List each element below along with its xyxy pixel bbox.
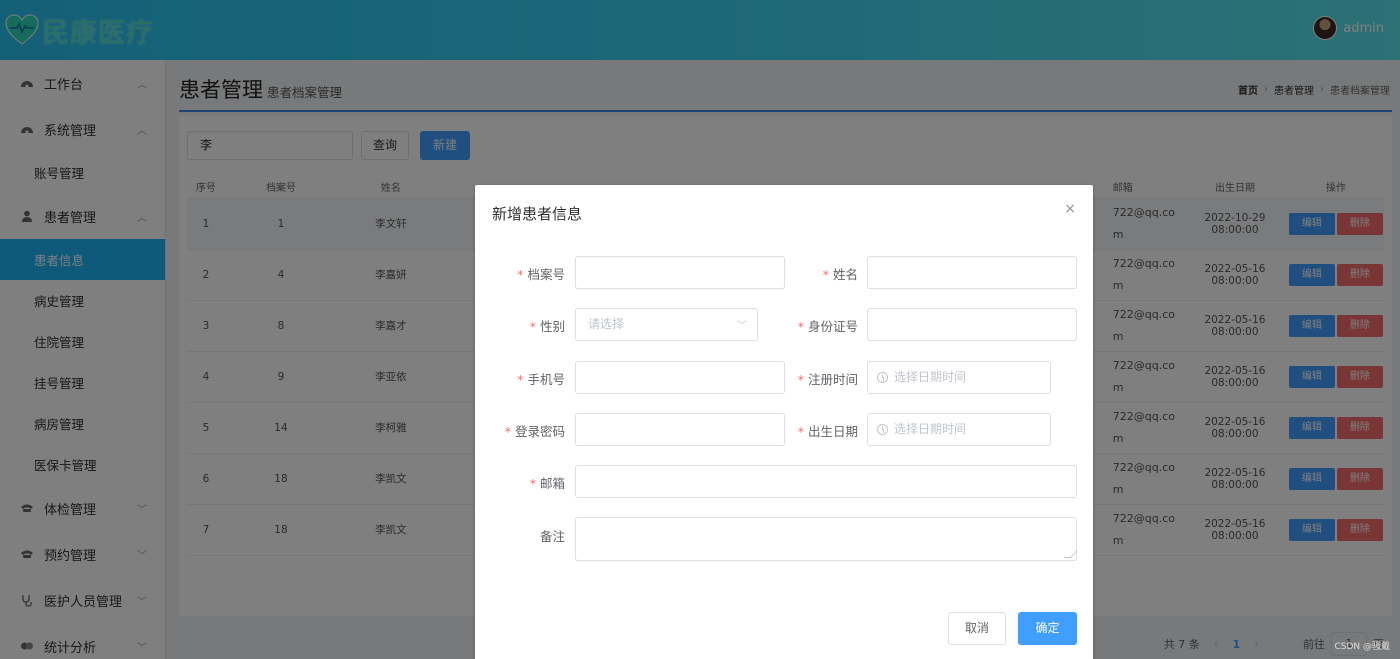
phone-field[interactable] bbox=[575, 361, 785, 394]
label-name: * 姓名 bbox=[823, 264, 858, 283]
file-no-field[interactable] bbox=[575, 256, 785, 289]
required-mark: * bbox=[822, 267, 829, 282]
label-text: 出生日期 bbox=[807, 424, 858, 439]
label-remark: 备注 bbox=[540, 526, 565, 545]
password-field[interactable] bbox=[575, 413, 785, 446]
label-file-no: * 档案号 bbox=[517, 264, 565, 283]
new-patient-dialog: 新增患者信息 × * 档案号 * 姓名 * 性别 请选择 ﹀ * 身份证号 * 手机号 *… bbox=[475, 185, 1093, 659]
close-icon[interactable]: × bbox=[1064, 201, 1076, 217]
clock-icon bbox=[877, 424, 888, 435]
dialog-title: 新增患者信息 bbox=[492, 205, 583, 223]
name-field[interactable] bbox=[867, 256, 1077, 289]
label-text: 性别 bbox=[539, 319, 565, 334]
label-id-card: * 身份证号 bbox=[798, 316, 858, 335]
birth-date-picker[interactable]: 选择日期时间 bbox=[867, 413, 1051, 446]
birth-date-placeholder: 选择日期时间 bbox=[894, 422, 967, 436]
gender-select[interactable]: 请选择 ﹀ bbox=[575, 308, 758, 341]
label-text: 注册时间 bbox=[807, 372, 858, 387]
chevron-down-icon: ﹀ bbox=[737, 321, 747, 332]
label-password: * 登录密码 bbox=[505, 421, 565, 440]
cancel-button[interactable]: 取消 bbox=[948, 612, 1006, 645]
label-text: 邮箱 bbox=[539, 476, 565, 491]
register-time-placeholder: 选择日期时间 bbox=[894, 370, 967, 384]
label-text: 姓名 bbox=[832, 267, 858, 282]
label-text: 身份证号 bbox=[807, 319, 858, 334]
label-email: * 邮箱 bbox=[530, 473, 565, 492]
required-mark: * bbox=[529, 476, 536, 491]
label-text: 手机号 bbox=[527, 372, 565, 387]
required-mark: * bbox=[797, 319, 804, 334]
required-mark: * bbox=[517, 267, 524, 282]
resize-handle-icon[interactable] bbox=[1063, 551, 1078, 558]
confirm-button[interactable]: 确定 bbox=[1018, 612, 1077, 645]
required-mark: * bbox=[517, 372, 524, 387]
clock-icon bbox=[877, 372, 888, 383]
email-field[interactable] bbox=[575, 465, 1077, 498]
label-phone: * 手机号 bbox=[517, 369, 565, 388]
label-birth: * 出生日期 bbox=[798, 421, 858, 440]
id-card-field[interactable] bbox=[867, 308, 1077, 341]
gender-placeholder: 请选择 bbox=[588, 317, 625, 331]
required-mark: * bbox=[797, 424, 804, 439]
label-gender: * 性别 bbox=[530, 316, 565, 335]
label-text: 备注 bbox=[539, 529, 565, 544]
label-text: 档案号 bbox=[527, 267, 565, 282]
watermark: CSDN @骚戴 bbox=[1334, 642, 1390, 652]
register-time-picker[interactable]: 选择日期时间 bbox=[867, 361, 1051, 394]
label-text: 登录密码 bbox=[514, 424, 565, 439]
required-mark: * bbox=[797, 372, 804, 387]
required-mark: * bbox=[504, 424, 511, 439]
label-register-time: * 注册时间 bbox=[798, 369, 858, 388]
remark-textarea[interactable] bbox=[575, 517, 1078, 561]
required-mark: * bbox=[529, 319, 536, 334]
